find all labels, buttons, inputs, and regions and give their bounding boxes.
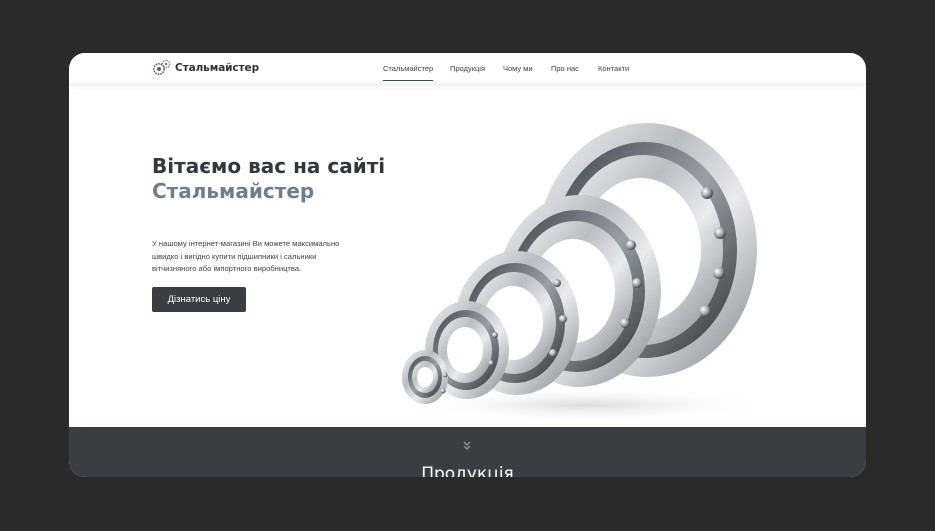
products-title: Продукція [421, 464, 514, 477]
hero-title: Вітаємо вас на сайті Стальмайстер [152, 154, 385, 204]
products-section: Продукція [69, 427, 866, 477]
hero-title-brand: Стальмайстер [152, 179, 315, 203]
nav-item-home[interactable]: Стальмайстер [383, 64, 434, 81]
top-navbar: Стальмайстер Стальмайстер Продукція Чому… [69, 53, 866, 83]
nav-item-about[interactable]: Про нас [551, 64, 579, 73]
get-price-button[interactable]: Дізнатись ціну [152, 287, 246, 312]
main-nav: Стальмайстер Продукція Чому ми Про нас К… [69, 53, 866, 83]
nav-item-why-us[interactable]: Чому ми [503, 64, 533, 73]
bearing-xs [402, 350, 448, 404]
hero-title-line1: Вітаємо вас на сайті [152, 154, 386, 178]
double-chevron-down-icon[interactable] [461, 440, 473, 452]
browser-frame: Стальмайстер Стальмайстер Продукція Чому… [69, 53, 866, 477]
nav-item-products[interactable]: Продукція [450, 64, 485, 73]
ball-bearings-image [402, 123, 767, 423]
nav-item-contacts[interactable]: Контакти [598, 64, 629, 73]
hero-section: Вітаємо вас на сайті Стальмайстер У нашо… [69, 83, 866, 427]
hero-description: У нашому інтернет-магазині Ви можете мак… [152, 239, 340, 273]
